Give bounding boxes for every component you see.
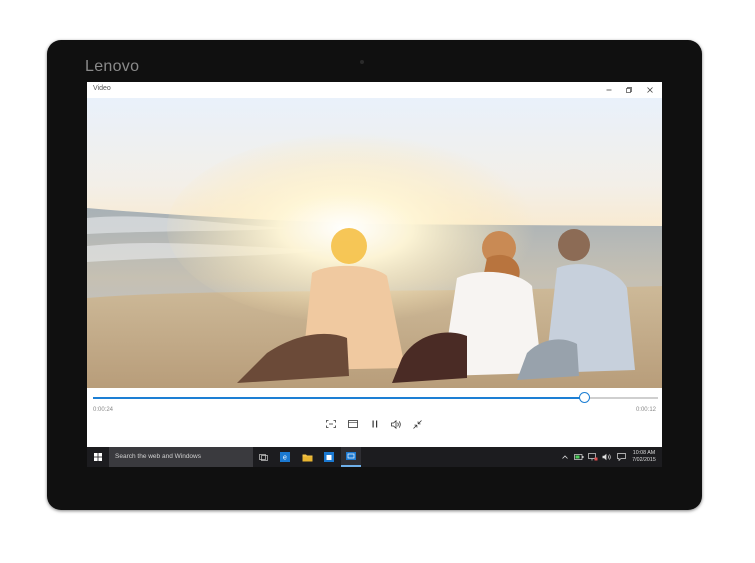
close-icon [647,87,653,93]
taskbar: Search the web and Windows e 10:08 AM 7/… [87,447,662,467]
task-view-button[interactable] [253,447,273,467]
app-titlebar: Video [87,82,662,98]
notifications-button[interactable] [615,447,627,467]
edge-icon: e [280,452,290,462]
search-box[interactable]: Search the web and Windows [109,447,253,467]
fullscreen-icon [326,420,336,428]
taskbar-clock[interactable]: 10:08 AM 7/02/2015 [627,450,661,464]
store-icon [324,452,334,462]
compact-overlay-icon [412,419,422,429]
seek-bar[interactable] [93,392,658,403]
screen: Video 0:00:24 0:00:12 Search the web and… [87,82,662,467]
fullscreen-button[interactable] [323,417,339,431]
minimize-button[interactable] [599,82,619,98]
front-camera [360,60,364,64]
seek-progress [93,397,585,399]
video-app-icon [346,452,356,460]
taskbar-edge[interactable]: e [275,447,295,467]
volume-icon [602,453,611,461]
close-button[interactable] [640,82,660,98]
pause-icon [372,420,378,428]
video-scene [87,133,662,388]
elapsed-time: 0:00:24 [93,407,114,413]
aspect-ratio-icon [348,420,358,428]
file-explorer-icon [302,454,312,461]
restore-button[interactable] [619,82,639,98]
taskbar-store[interactable] [319,447,339,467]
windows-logo-icon [94,453,102,461]
battery-icon [574,454,584,460]
pause-button[interactable] [367,417,383,431]
compact-overlay-button[interactable] [409,417,425,431]
chevron-up-icon [562,455,568,459]
seek-thumb[interactable] [578,392,590,403]
clock-date: 7/02/2015 [632,457,656,463]
volume-icon [390,419,401,429]
svg-text:e: e [283,455,287,462]
restore-icon [626,87,632,93]
tablet-device: Lenovo Video 0:00:24 0:00:12 Search the … [47,40,702,510]
playback-controls: 0:00:24 0:00:12 [87,388,662,438]
battery-status[interactable] [573,447,585,467]
aspect-ratio-button[interactable] [345,417,361,431]
show-hidden-icons-button[interactable] [560,447,570,467]
network-status[interactable] [587,447,599,467]
minimize-icon [606,89,612,91]
network-icon [588,453,598,461]
start-button[interactable] [87,447,109,467]
brand-logo: Lenovo [85,58,140,75]
remaining-time: 0:00:12 [635,407,656,413]
search-placeholder: Search the web and Windows [115,453,201,460]
volume-button[interactable] [388,417,404,431]
notifications-icon [616,453,626,461]
video-frame[interactable] [87,98,662,388]
clock-time: 10:08 AM [632,450,656,456]
task-view-icon [258,453,268,461]
taskbar-file-explorer[interactable] [297,447,317,467]
app-title: Video [93,85,111,92]
volume-status[interactable] [601,447,613,467]
taskbar-video-app[interactable] [341,447,361,467]
